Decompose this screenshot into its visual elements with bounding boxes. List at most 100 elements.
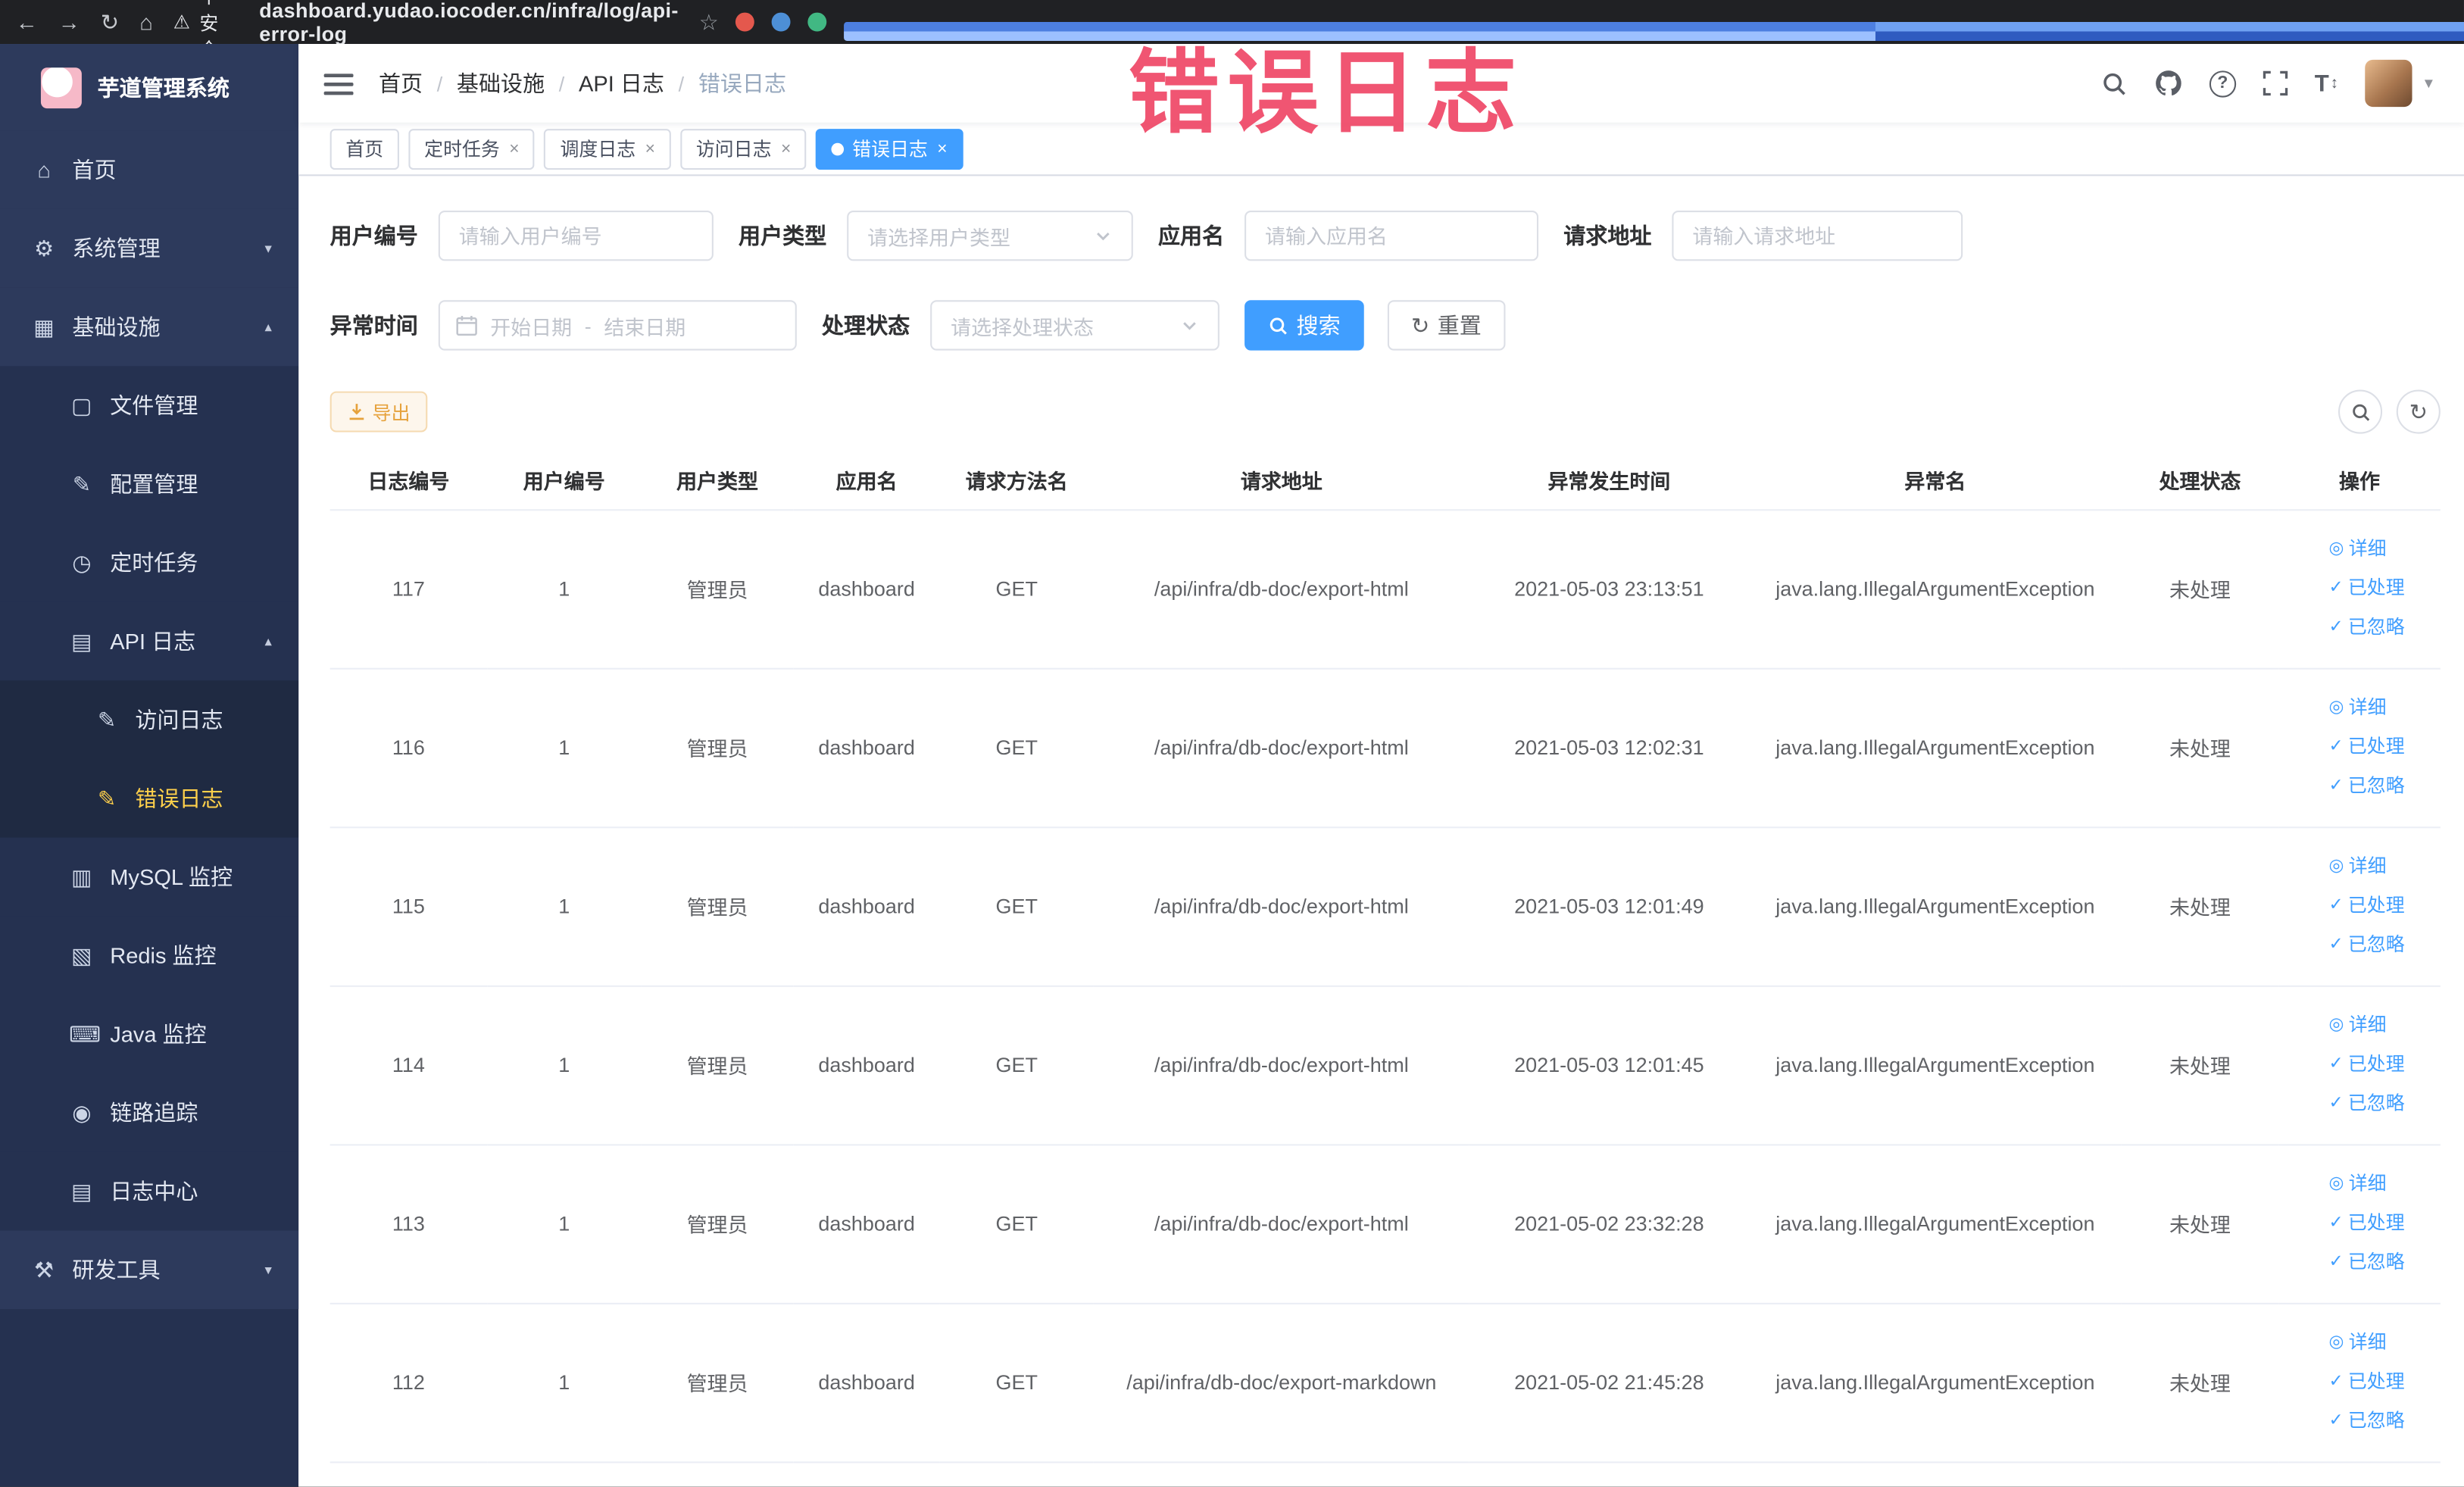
chevron-down-icon: ▼ [2422, 75, 2436, 92]
tab-error-log[interactable]: 错误日志 × [816, 128, 963, 170]
sidebar-toggle[interactable] [323, 71, 354, 95]
detail-link[interactable]: ◎ 详细 [2329, 1006, 2441, 1045]
sidebar-item-access-log[interactable]: ✎ 访问日志 [0, 680, 299, 760]
home-icon[interactable]: ⌂ [139, 11, 153, 33]
sidebar-item-trace[interactable]: ◉ 链路追踪 [0, 1073, 299, 1152]
process-link[interactable]: ✓ 已处理 [2329, 1045, 2441, 1085]
cell-url: /api/infra/db-doc/export-html [1093, 1144, 1469, 1304]
github-icon[interactable] [2154, 69, 2182, 97]
vue-devtools-icon[interactable] [807, 12, 826, 32]
cell-url: /api/infra/db-doc/export-html [1093, 509, 1469, 669]
bookmark-star-icon[interactable]: ☆ [699, 8, 719, 35]
close-icon[interactable]: × [781, 139, 791, 158]
status-select[interactable]: 请选择处理状态 [930, 300, 1220, 351]
tab-scheduled-tasks[interactable]: 定时任务 × [408, 128, 536, 170]
date-range-picker[interactable]: 开始日期 - 结束日期 [438, 300, 797, 351]
detail-link[interactable]: ◎ 详细 [2329, 847, 2441, 886]
sidebar-item-mysql[interactable]: ▥ MySQL 监控 [0, 837, 299, 917]
close-icon[interactable]: × [509, 139, 519, 158]
sidebar-item-home[interactable]: ⌂ 首页 [0, 130, 299, 209]
reload-icon[interactable]: ↻ [101, 11, 119, 33]
sidebar-item-job[interactable]: ◷ 定时任务 [0, 523, 299, 602]
process-link[interactable]: ✓ 已处理 [2329, 886, 2441, 926]
edit-icon: ✎ [72, 470, 92, 496]
extension-icon-blue[interactable] [771, 12, 791, 32]
request-url-input[interactable] [1672, 210, 1963, 261]
font-size-icon[interactable]: T ↕ [2315, 70, 2338, 96]
ignore-link[interactable]: ✓ 已忽略 [2329, 1402, 2441, 1442]
breadcrumb-current: 错误日志 [698, 70, 787, 96]
user-id-input[interactable] [438, 210, 714, 261]
tab-access-log[interactable]: 访问日志 × [680, 128, 807, 170]
ignore-link[interactable]: ✓ 已忽略 [2329, 1243, 2441, 1282]
sidebar-item-devtools[interactable]: ⚒ 研发工具 ▾ [0, 1230, 299, 1310]
table-toolbar: 导出 ↻ [329, 389, 2441, 434]
cell-user-id: 1 [487, 667, 642, 828]
cell-method: GET [939, 826, 1094, 986]
log-center-icon: ▤ [71, 1177, 92, 1204]
breadcrumb-separator: / [436, 71, 443, 95]
cell-actions: ◎ 详细 ✓ 已处理 ✓ 已忽略 [2278, 509, 2441, 669]
sidebar-item-file[interactable]: ▢ 文件管理 [0, 366, 299, 445]
ignore-link[interactable]: ✓ 已忽略 [2329, 608, 2441, 648]
ignore-link[interactable]: ✓ 已忽略 [2329, 767, 2441, 806]
breadcrumb-home[interactable]: 首页 [379, 67, 423, 98]
fullscreen-icon[interactable] [2263, 70, 2288, 96]
calendar-icon [456, 315, 477, 336]
eye-icon: ◉ [72, 1099, 92, 1125]
check-icon: ✓ [2328, 1410, 2344, 1430]
toggle-search-button[interactable] [2338, 389, 2383, 434]
table-row: 112 1 管理员 dashboard GET /api/infra/db-do… [329, 1302, 2441, 1463]
sidebar-item-error-log[interactable]: ✎ 错误日志 [0, 759, 299, 838]
user-type-select[interactable]: 请选择用户类型 [847, 210, 1133, 261]
user-menu[interactable]: ▼ [2365, 59, 2436, 108]
tab-home[interactable]: 首页 [329, 128, 399, 170]
address-bar[interactable]: dashboard.yudao.iocoder.cn/infra/log/api… [259, 0, 678, 45]
sidebar-item-system[interactable]: ⚙ 系统管理 ▾ [0, 208, 299, 288]
detail-link[interactable]: ◎ 详细 [2329, 530, 2441, 569]
process-link[interactable]: ✓ 已处理 [2329, 1204, 2441, 1243]
extension-icon-red[interactable] [735, 12, 754, 32]
cell-log-id: 112 [329, 1302, 488, 1463]
close-icon[interactable]: × [645, 139, 655, 158]
ignore-link[interactable]: ✓ 已忽略 [2329, 926, 2441, 965]
browser-chrome: ← → ↻ ⌂ ⚠ 不安全 dashboard.yudao.iocoder.cn… [0, 0, 2464, 61]
ignore-link[interactable]: ✓ 已忽略 [2329, 1084, 2441, 1123]
sidebar-item-log-center[interactable]: ▤ 日志中心 [0, 1151, 299, 1231]
help-icon[interactable]: ? [2209, 70, 2236, 97]
search-button[interactable]: 搜索 [1244, 300, 1364, 351]
warning-icon: ⚠ [173, 11, 190, 33]
cell-method: GET [939, 667, 1094, 828]
refresh-button[interactable]: ↻ [2396, 389, 2441, 434]
cell-app: dashboard [793, 509, 940, 669]
cell-method: GET [939, 985, 1094, 1145]
detail-link[interactable]: ◎ 详细 [2329, 1164, 2441, 1204]
sidebar-item-redis[interactable]: ▧ Redis 监控 [0, 916, 299, 995]
back-icon[interactable]: ← [16, 11, 38, 33]
search-icon[interactable] [2101, 70, 2128, 96]
breadcrumb-api-log[interactable]: API 日志 [579, 67, 664, 98]
close-icon[interactable]: × [937, 139, 947, 158]
logo[interactable]: 芋道管理系统 [0, 44, 299, 131]
check-icon: ✓ [2328, 1252, 2344, 1272]
process-link[interactable]: ✓ 已处理 [2329, 1363, 2441, 1402]
export-button[interactable]: 导出 [329, 391, 428, 433]
sidebar-item-infra[interactable]: ▦ 基础设施 ▴ [0, 287, 299, 367]
tabs-bar: 首页 定时任务 × 调度日志 × 访问日志 × 错误日志 × [298, 122, 2464, 177]
sidebar-item-java[interactable]: ⌨ Java 监控 [0, 995, 299, 1073]
breadcrumb-infra[interactable]: 基础设施 [457, 67, 545, 98]
detail-link[interactable]: ◎ 详细 [2329, 689, 2441, 728]
sidebar-item-config[interactable]: ✎ 配置管理 [0, 445, 299, 523]
filter-row-2: 异常时间 开始日期 - 结束日期 处理状态 请选择处理状态 搜索 ↻ 重置 [330, 300, 2441, 351]
reset-button[interactable]: ↻ 重置 [1387, 300, 1505, 351]
sidebar-item-api-log[interactable]: ▤ API 日志 ▴ [0, 601, 299, 681]
eye-icon: ◎ [2328, 856, 2344, 876]
extensions-grid-icon[interactable] [843, 22, 2464, 41]
process-link[interactable]: ✓ 已处理 [2329, 728, 2441, 767]
tab-schedule-log[interactable]: 调度日志 × [544, 128, 671, 170]
app-name-input[interactable] [1244, 210, 1539, 261]
cell-user-id: 1 [487, 509, 642, 669]
forward-icon[interactable]: → [58, 11, 80, 33]
process-link[interactable]: ✓ 已处理 [2329, 569, 2441, 608]
detail-link[interactable]: ◎ 详细 [2329, 1323, 2441, 1363]
